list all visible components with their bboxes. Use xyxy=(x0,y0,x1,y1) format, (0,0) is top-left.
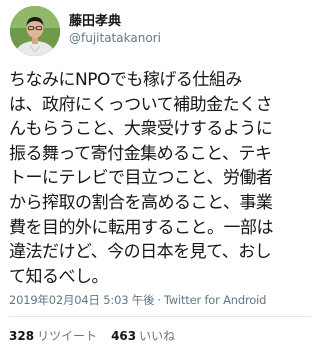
tweet-text-line: んもらうこと、大衆受けするように xyxy=(9,119,273,140)
likes-count: 463 xyxy=(111,329,137,343)
tweet-text-line: 費を目的外に転用すること。一部は xyxy=(9,217,274,238)
client-link[interactable]: Twitter for Android xyxy=(164,293,267,307)
tweet-text-line: 違法だけど、今の日本を見て、おし xyxy=(9,242,272,263)
tweet-text-line: トーにテレビで目立つこと、労働者 xyxy=(9,168,273,189)
tweet-text: ちなみにNPOでも稼げる仕組み は、政府にくっついて補助金たくさ んもらうこと、… xyxy=(9,68,315,289)
retweets-count: 328 xyxy=(9,329,35,343)
meta-separator: · xyxy=(157,293,161,307)
user-handle[interactable]: @fujitatakanori xyxy=(69,31,161,45)
tweet-text-line: は、政府にくっついて補助金たくさ xyxy=(9,94,273,115)
retweets-label: リツイート xyxy=(37,329,98,343)
tweet-text-line: て知るべし。 xyxy=(9,266,109,287)
avatar[interactable] xyxy=(10,6,60,56)
timestamp[interactable]: 2019年02月04日 5:03 午後 xyxy=(9,293,155,307)
tweet-card: 藤田孝典 @fujitatakanori ちなみにNPOでも稼げる仕組み は、政… xyxy=(0,0,320,353)
likes-stat[interactable]: 463 いいね xyxy=(111,329,175,343)
retweets-stat[interactable]: 328 リツイート xyxy=(9,329,97,343)
divider xyxy=(9,316,311,317)
tweet-stats: 328 リツイート 463 いいね xyxy=(9,327,175,344)
tweet-text-line: ちなみにNPOでも稼げる仕組み xyxy=(9,70,242,90)
likes-label: いいね xyxy=(139,329,176,343)
display-name[interactable]: 藤田孝典 xyxy=(69,10,121,29)
tweet-text-line: 振る舞って寄付金集めること、テキ xyxy=(9,143,272,164)
tweet-text-line: から搾取の割合を高めること、事業 xyxy=(9,192,273,213)
profile-photo-icon xyxy=(10,6,60,56)
tweet-meta: 2019年02月04日 5:03 午後 · Twitter for Android xyxy=(9,292,266,308)
